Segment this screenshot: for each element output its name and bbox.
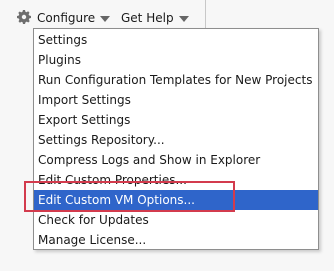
menu-item-plugins[interactable]: Plugins — [34, 50, 318, 70]
menu-item-edit-custom-properties[interactable]: Edit Custom Properties... — [34, 170, 318, 190]
configure-menu-button[interactable]: Configure — [37, 9, 111, 27]
menu-item-export-settings[interactable]: Export Settings — [34, 110, 318, 130]
gear-icon[interactable] — [16, 9, 32, 25]
chevron-down-icon — [178, 15, 189, 22]
get-help-label: Get Help — [121, 11, 174, 25]
configure-dropdown-menu: Settings Plugins Run Configuration Templ… — [33, 28, 319, 250]
configure-label: Configure — [37, 11, 96, 25]
menu-item-check-for-updates[interactable]: Check for Updates — [34, 210, 318, 230]
menu-item-manage-license[interactable]: Manage License... — [34, 230, 318, 249]
menu-item-import-settings[interactable]: Import Settings — [34, 90, 318, 110]
menu-item-settings[interactable]: Settings — [34, 30, 318, 50]
get-help-menu-button[interactable]: Get Help — [121, 9, 189, 27]
menu-item-edit-custom-vm-options[interactable]: Edit Custom VM Options... — [34, 190, 318, 210]
menu-item-run-configuration-templates[interactable]: Run Configuration Templates for New Proj… — [34, 70, 318, 90]
menu-item-settings-repository[interactable]: Settings Repository... — [34, 130, 318, 150]
menu-item-compress-logs[interactable]: Compress Logs and Show in Explorer — [34, 150, 318, 170]
chevron-down-icon — [100, 15, 111, 22]
